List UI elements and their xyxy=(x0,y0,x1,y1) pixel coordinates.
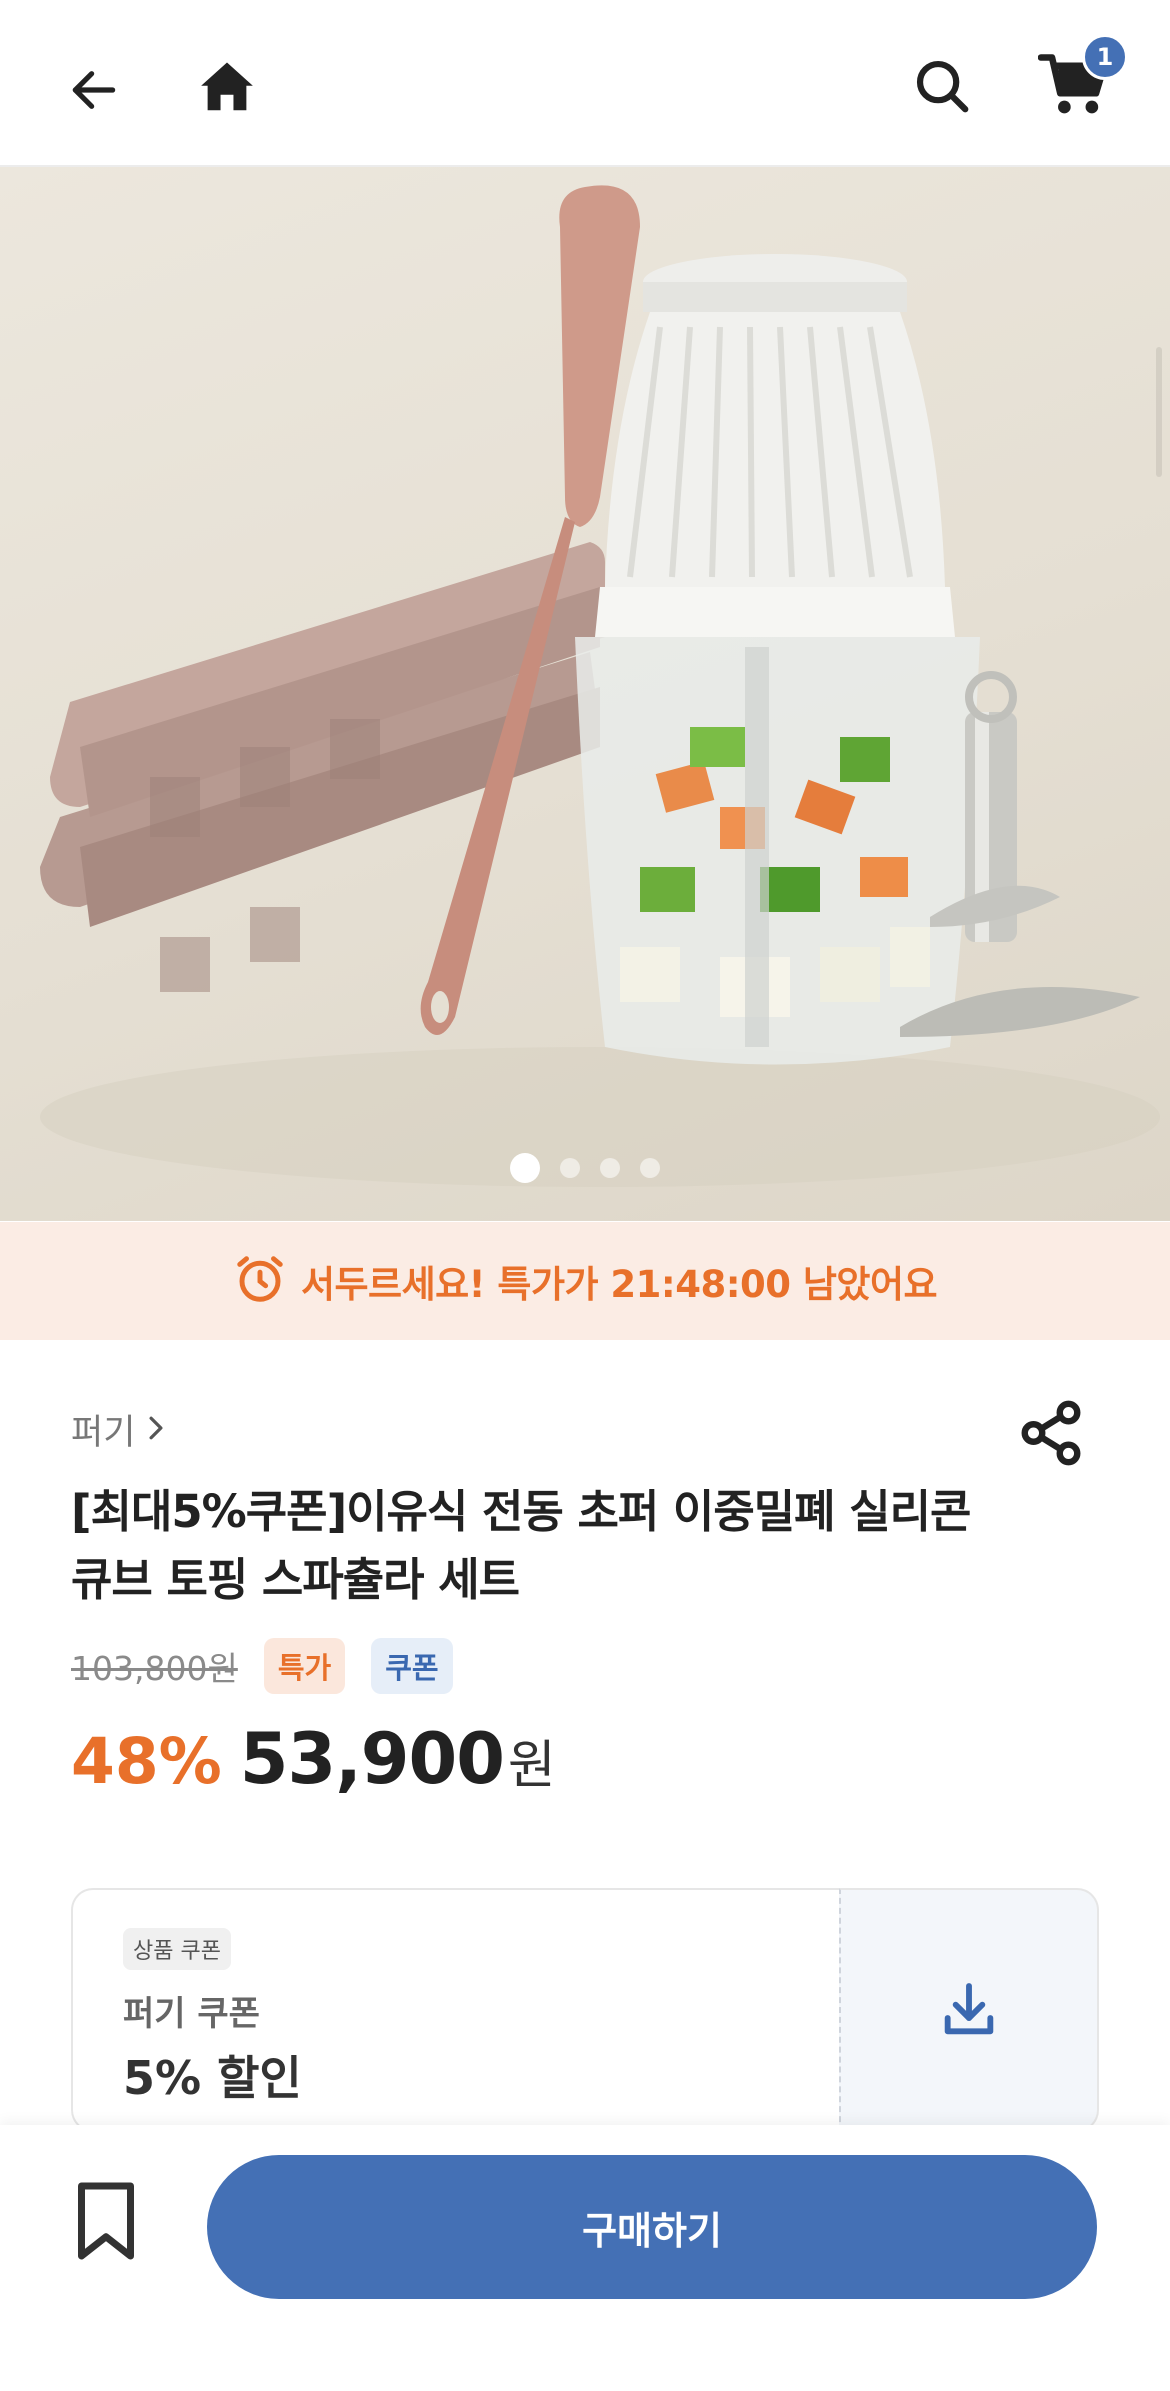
top-bar: 1 xyxy=(0,0,1170,167)
carousel-dot-active[interactable] xyxy=(510,1153,540,1183)
coupon-amount: 5% 할인 xyxy=(123,2051,302,2105)
cart-count-badge: 1 xyxy=(1082,34,1128,80)
bookmark-icon[interactable] xyxy=(70,2179,142,2263)
coupon-tag: 쿠폰 xyxy=(371,1638,453,1694)
special-price-tag: 특가 xyxy=(263,1638,346,1694)
product-photo: firgi xyxy=(40,185,1160,1187)
back-arrow-icon[interactable] xyxy=(62,58,126,122)
carousel-dot[interactable] xyxy=(600,1158,620,1178)
original-price: 103,800원 xyxy=(71,1649,238,1688)
price-meta-row: 103,800원 특가 쿠폰 xyxy=(71,1638,453,1694)
share-icon[interactable] xyxy=(1016,1398,1086,1468)
brand-breadcrumb[interactable]: 퍼기 xyxy=(71,1404,167,1455)
chopper-illustration: firgi xyxy=(575,254,980,1065)
product-image-carousel[interactable]: firgi xyxy=(0,167,1170,1221)
sale-timer-banner: 서두르세요! 특가가 21:48:00 남았어요 xyxy=(0,1222,1170,1340)
currency-unit: 원 xyxy=(507,1736,556,1796)
alarm-clock-icon xyxy=(233,1252,287,1310)
cube-tray-illustration xyxy=(40,542,605,992)
image-scrollbar xyxy=(1156,347,1162,477)
coupon-name: 퍼기 쿠폰 xyxy=(123,1994,260,2034)
coupon-card: 상품 쿠폰 퍼기 쿠폰 5% 할인 xyxy=(71,1888,841,2132)
chevron-right-icon xyxy=(145,1410,167,1450)
search-icon[interactable] xyxy=(908,52,976,120)
bottom-action-bar: 구매하기 xyxy=(0,2125,1170,2391)
buy-button[interactable]: 구매하기 xyxy=(207,2155,1097,2299)
timer-text: 서두르세요! 특가가 21:48:00 남았어요 xyxy=(300,1263,938,1306)
coupon-type-chip: 상품 쿠폰 xyxy=(123,1928,231,1970)
coupon-download-button[interactable] xyxy=(839,1888,1099,2132)
carousel-dots xyxy=(0,1153,1170,1183)
sale-price: 53,900 xyxy=(239,1718,505,1800)
download-icon xyxy=(937,1978,1001,2042)
price-row: 48% 53,900 원 xyxy=(71,1718,556,1800)
product-title: [최대5%쿠폰]이유식 전동 초퍼 이중밀폐 실리콘 큐브 토핑 스파츌라 세트 xyxy=(71,1485,971,1606)
discount-rate: 48% xyxy=(71,1725,222,1798)
carousel-dot[interactable] xyxy=(640,1158,660,1178)
brand-name[interactable]: 퍼기 xyxy=(71,1404,135,1455)
carousel-dot[interactable] xyxy=(560,1158,580,1178)
home-icon[interactable] xyxy=(194,52,260,122)
